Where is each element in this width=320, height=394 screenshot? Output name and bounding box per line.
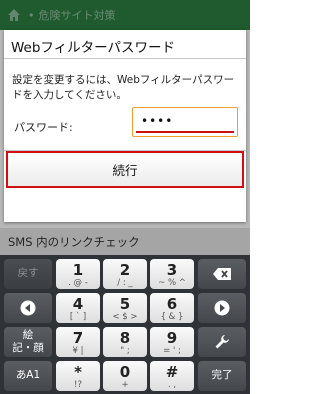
- key-3[interactable]: 3 ~ % ^: [150, 259, 194, 289]
- done-key-label: 完了: [211, 369, 233, 381]
- key-9-sub: = ' ;: [163, 346, 181, 356]
- key-1-main: 1: [72, 261, 84, 279]
- continue-button[interactable]: 続行: [6, 151, 244, 188]
- key-1-sub: . @ -: [68, 278, 88, 288]
- password-dialog: Webフィルターパスワード 設定を変更するには、Webフィルターパスワードを入力…: [4, 30, 246, 222]
- key-2-main: 2: [119, 261, 131, 279]
- key-8[interactable]: 8 " ;: [103, 327, 147, 357]
- dialog-divider: [4, 58, 246, 59]
- key-6-main: 6: [166, 295, 178, 313]
- key-asterisk[interactable]: *!?: [56, 361, 100, 391]
- backspace-icon: [213, 268, 231, 280]
- key-hash-sub: . ,: [167, 380, 177, 390]
- key-hash[interactable]: #. ,: [150, 361, 194, 391]
- key-3-main: 3: [166, 261, 178, 279]
- delete-key[interactable]: [198, 259, 246, 289]
- wrench-icon: [215, 335, 229, 349]
- numeric-keyboard: 戻す 絵 記・顔 あA1 1. @ - 2/ : _ 3 ~ % ^ 4[ ` ]…: [0, 255, 250, 394]
- key-0-main: 0: [119, 363, 131, 381]
- input-mode-label: あA1: [15, 369, 41, 381]
- key-4[interactable]: 4[ ` ]: [56, 293, 100, 323]
- key-9[interactable]: 9 = ' ;: [150, 327, 194, 357]
- key-7-sub: ¥ |: [72, 346, 84, 356]
- key-5[interactable]: 5 < $ >: [103, 293, 147, 323]
- key-asterisk-sub: !?: [74, 380, 82, 390]
- input-underline: [136, 131, 234, 133]
- continue-button-label: 続行: [112, 163, 138, 178]
- dialog-title: Webフィルターパスワード: [11, 40, 176, 56]
- key-4-sub: [ ` ]: [69, 312, 87, 322]
- password-input[interactable]: ••••: [132, 107, 238, 137]
- key-asterisk-main: *: [74, 363, 82, 381]
- key-6[interactable]: 6{ & }: [150, 293, 194, 323]
- arrow-right-icon: [214, 300, 230, 316]
- key-6-sub: { & }: [160, 312, 184, 322]
- input-mode-key[interactable]: あA1: [4, 361, 52, 391]
- dialog-message: 設定を変更するには、Webフィルターパスワードを入力してください。: [12, 74, 235, 101]
- password-label: パスワード:: [14, 121, 73, 134]
- key-7-main: 7: [72, 329, 84, 347]
- key-2-sub: / : _: [117, 278, 133, 288]
- key-9-main: 9: [166, 329, 178, 347]
- key-8-sub: " ;: [120, 346, 130, 356]
- cursor-right-key[interactable]: [198, 293, 246, 323]
- key-7[interactable]: 7 ¥ |: [56, 327, 100, 357]
- key-5-main: 5: [119, 295, 131, 313]
- done-key[interactable]: 完了: [198, 361, 246, 391]
- undo-key[interactable]: 戻す: [4, 259, 52, 289]
- emoji-symbol-label: 絵 記・顔: [12, 329, 44, 354]
- key-0-sub: +: [121, 380, 129, 390]
- undo-key-label: 戻す: [17, 267, 39, 279]
- key-3-sub: ~ % ^: [158, 278, 186, 288]
- key-8-main: 8: [119, 329, 131, 347]
- key-1[interactable]: 1. @ -: [56, 259, 100, 289]
- key-5-sub: < $ >: [112, 312, 138, 322]
- password-value: ••••: [141, 114, 174, 128]
- key-0[interactable]: 0 +: [103, 361, 147, 391]
- emoji-symbol-key[interactable]: 絵 記・顔: [4, 327, 52, 357]
- settings-key[interactable]: [198, 327, 246, 357]
- key-2[interactable]: 2/ : _: [103, 259, 147, 289]
- cursor-left-key[interactable]: [4, 293, 52, 323]
- arrow-left-icon: [20, 300, 36, 316]
- key-4-main: 4: [72, 295, 84, 313]
- key-hash-main: #: [165, 363, 179, 381]
